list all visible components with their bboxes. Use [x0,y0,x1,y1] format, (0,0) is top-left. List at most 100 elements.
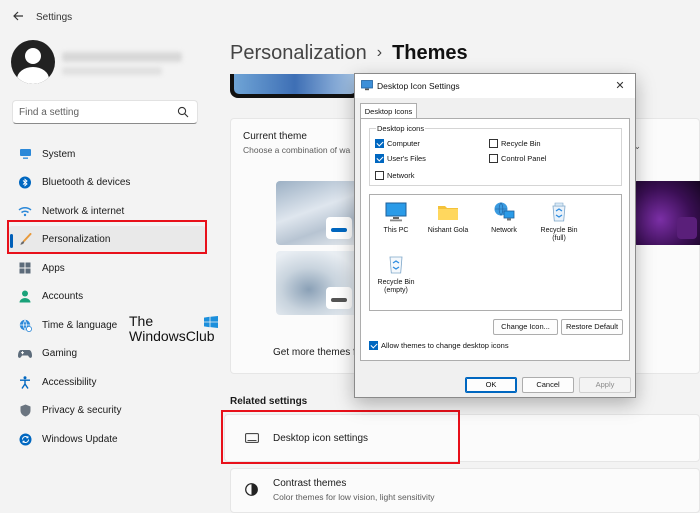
search-box[interactable] [12,100,198,124]
breadcrumb-separator: › [376,44,383,61]
checkbox-label: Recycle Bin [501,139,541,148]
checkbox-box[interactable] [375,154,384,163]
sidebar-item-apps[interactable]: Apps [8,254,206,283]
sidebar-item-label: Bluetooth & devices [42,177,131,189]
ok-button[interactable]: OK [465,377,517,393]
checkbox-label: Control Panel [501,154,547,163]
globe-clock-icon [18,318,32,332]
icon-item-user-folder[interactable]: Nishant Gola [422,201,474,235]
current-theme-title: Current theme [243,131,307,142]
sidebar-item-label: Accessibility [42,376,97,388]
search-input[interactable] [19,104,169,120]
sidebar-item-label: Accounts [42,291,84,303]
dialog-title-bar[interactable]: Desktop Icon Settings ✕ [355,74,635,98]
person-icon [18,290,32,304]
checkbox-box[interactable] [375,139,384,148]
theme-thumbnail[interactable] [633,181,700,245]
sidebar-item-accounts[interactable]: Accounts [8,283,206,312]
checkbox-box[interactable] [489,139,498,148]
checkbox-network[interactable]: Network [375,171,415,180]
network-icon [494,202,515,221]
sidebar-nav: System Bluetooth & devices Network & int… [8,140,206,454]
search-icon[interactable] [177,106,189,118]
this-pc-icon [385,202,407,222]
checkbox-recycle-bin[interactable]: Recycle Bin [489,139,541,148]
monitor-icon [18,147,32,161]
breadcrumb: Personalization › Themes [230,42,468,65]
desktop-icon-settings-dialog: Desktop Icon Settings ✕ Desktop Icons De… [354,73,636,398]
sidebar-item-privacy[interactable]: Privacy & security [8,397,206,426]
watermark-logo: The WindowsClub [129,313,218,344]
sidebar-item-label: Privacy & security [42,405,122,417]
icon-item-label: Recycle Bin (empty) [377,279,415,294]
highlight-box-personalization [7,220,207,254]
checkbox-box[interactable] [489,154,498,163]
back-arrow-icon [13,11,23,21]
sidebar-item-accessibility[interactable]: Accessibility [8,368,206,397]
checkbox-computer[interactable]: Computer [375,139,420,148]
checkbox-label: Network [387,171,415,180]
refresh-icon [18,432,32,446]
sidebar-item-label: Time & language [42,319,118,331]
bluetooth-icon [18,176,32,190]
icon-item-network[interactable]: Network [478,201,530,235]
close-icon[interactable]: ✕ [613,79,627,92]
theme-thumbnail[interactable] [276,251,358,315]
cancel-button[interactable]: Cancel [522,377,574,393]
user-name-blurred [62,52,182,62]
dialog-title: Desktop Icon Settings [377,81,460,91]
checkbox-allow-themes[interactable]: Allow themes to change desktop icons [369,341,509,350]
user-email-blurred [62,67,162,75]
checkbox-label: Allow themes to change desktop icons [381,341,509,350]
sidebar-item-bluetooth[interactable]: Bluetooth & devices [8,169,206,198]
theme-thumbnail[interactable] [276,181,358,245]
app-title: Settings [36,12,73,23]
wifi-icon [18,204,32,218]
group-label: Desktop icons [376,124,426,133]
sidebar-item-label: Network & internet [42,205,125,217]
breadcrumb-parent[interactable]: Personalization [230,42,367,64]
dialog-panel: Desktop icons Computer User's Files Netw… [360,118,630,361]
change-icon-button[interactable]: Change Icon... [493,319,558,335]
sidebar-item-label: System [42,148,76,160]
theme-preview [230,74,360,98]
sidebar-item-label: Windows Update [42,433,118,445]
icon-item-label: Recycle Bin (full) [540,227,578,242]
checkbox-box[interactable] [375,171,384,180]
contrast-icon [245,483,258,496]
highlight-box-desktop-icon-settings [221,410,460,464]
contrast-themes-title: Contrast themes [273,478,347,489]
folder-icon [438,206,458,220]
contrast-themes-card[interactable]: Contrast themes Color themes for low vis… [230,468,700,513]
sidebar-item-windows-update[interactable]: Windows Update [8,425,206,454]
checkbox-box[interactable] [369,341,378,350]
recycle-bin-empty-icon [389,256,403,274]
watermark-line1: The [129,313,154,329]
icon-item-label: This PC [383,227,409,234]
checkbox-label: Computer [387,139,420,148]
icon-item-recycle-bin-empty[interactable]: Recycle Bin (empty) [370,253,422,295]
tab-desktop-icons[interactable]: Desktop Icons [360,103,417,119]
related-settings-heading: Related settings [230,396,308,407]
restore-default-button[interactable]: Restore Default [561,319,623,335]
checkbox-users-files[interactable]: User's Files [375,154,426,163]
desktop-icons-group: Desktop icons Computer User's Files Netw… [369,124,622,186]
checkbox-control-panel[interactable]: Control Panel [489,154,546,163]
current-theme-subtitle: Choose a combination of wa [243,145,351,155]
sidebar-item-system[interactable]: System [8,140,206,169]
get-more-themes-link[interactable]: Get more themes fr [273,347,357,358]
gamepad-icon [18,347,32,361]
windows-flag-icon [204,316,218,328]
sidebar-item-label: Apps [42,262,65,274]
back-button[interactable] [10,10,26,26]
apps-icon [18,261,32,275]
dialog-monitor-icon [361,80,373,91]
accessibility-icon [18,375,32,389]
apply-button[interactable]: Apply [579,377,631,393]
icon-item-this-pc[interactable]: This PC [370,201,422,235]
avatar[interactable] [11,40,55,84]
checkbox-label: User's Files [387,154,426,163]
icon-list[interactable]: This PC Nishant Gola Network Recycle Bin… [369,194,622,311]
icon-item-recycle-bin-full[interactable]: Recycle Bin (full) [533,201,585,243]
shield-icon [18,404,32,418]
